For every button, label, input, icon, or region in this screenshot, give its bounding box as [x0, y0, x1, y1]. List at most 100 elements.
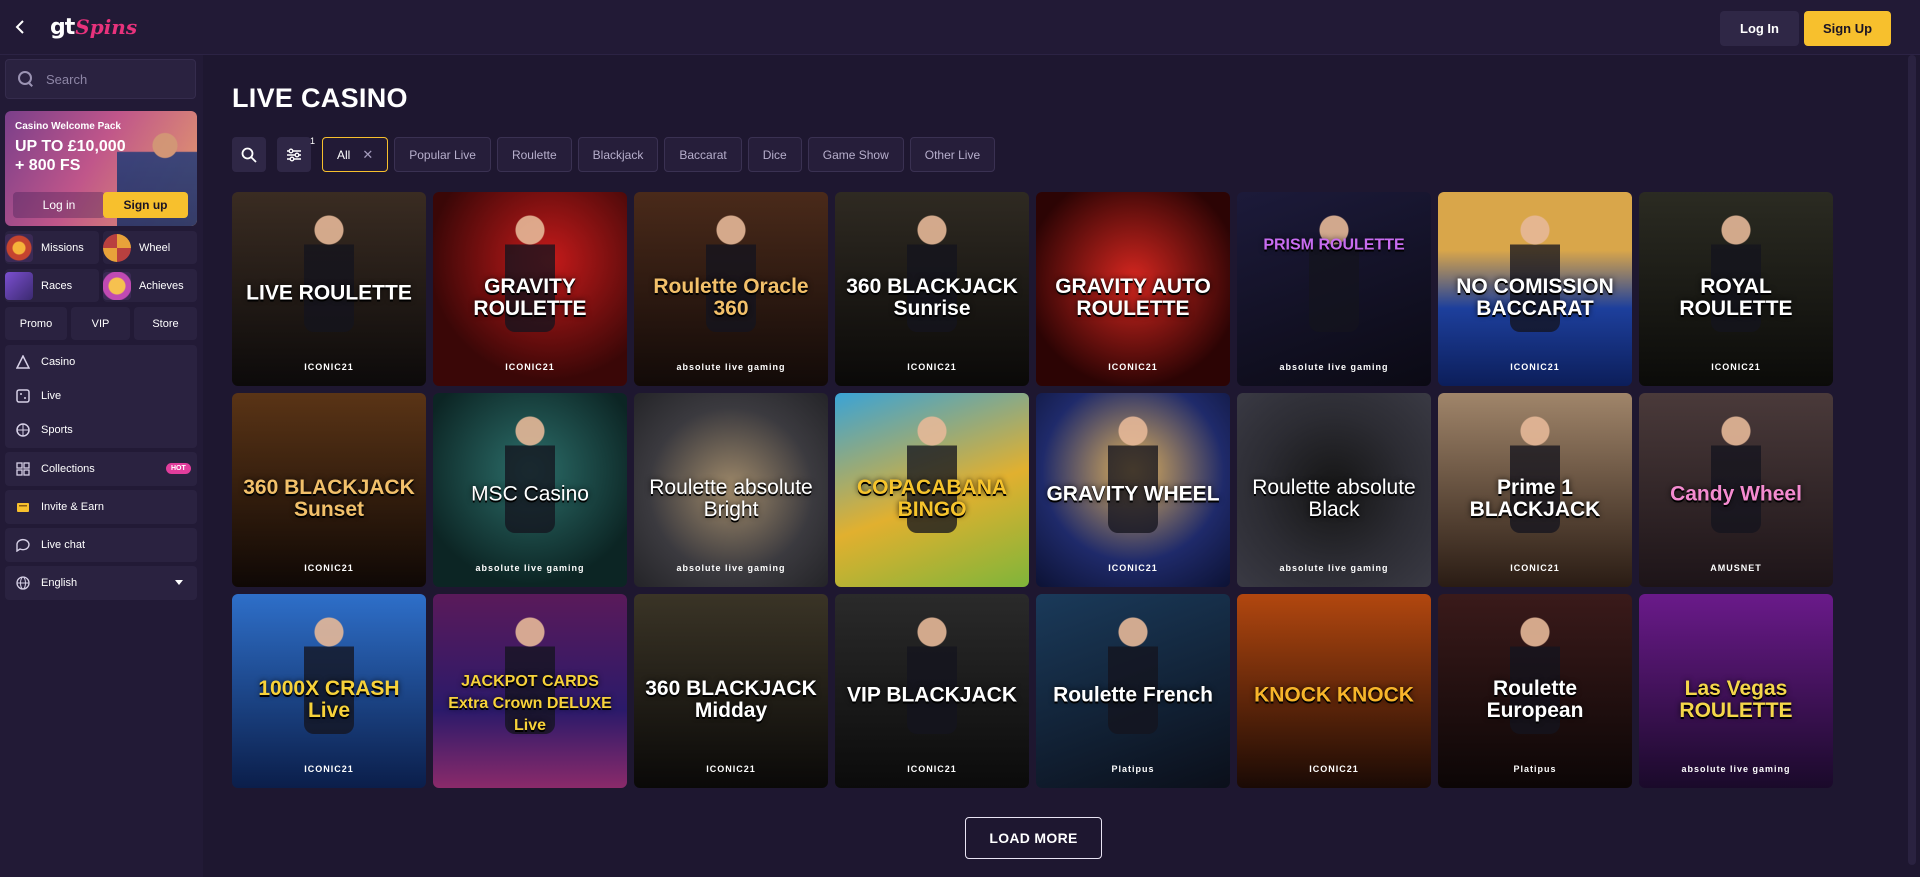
promo-title: Casino Welcome Pack: [15, 121, 121, 132]
close-icon[interactable]: ✕: [362, 147, 373, 163]
game-title: COPACABANA BINGO: [856, 475, 1008, 521]
nav-live-label: Live: [41, 390, 62, 402]
nav-live-chat-label: Live chat: [41, 539, 86, 551]
game-card[interactable]: Prime 1 BLACKJACK ICONIC21: [1438, 393, 1632, 587]
game-card[interactable]: GRAVITY AUTO ROULETTE ICONIC21: [1036, 192, 1230, 386]
top-header: gt Spins Log In Sign Up: [0, 0, 1920, 55]
achieves-button[interactable]: Achieves: [103, 269, 197, 302]
logo-accent-text: Spins: [75, 15, 138, 39]
load-more-button[interactable]: LOAD MORE: [965, 817, 1102, 859]
chip-roulette[interactable]: Roulette: [496, 137, 572, 172]
wheel-label: Wheel: [139, 241, 171, 254]
nav-collections[interactable]: Collections HOT: [5, 452, 197, 486]
signup-button[interactable]: Sign Up: [1804, 11, 1891, 46]
game-card[interactable]: NO COMISSION BACCARAT ICONIC21: [1438, 192, 1632, 386]
page-title: LIVE CASINO: [232, 83, 408, 113]
coins-icon: [15, 499, 31, 515]
search-games-button[interactable]: [232, 137, 266, 172]
chip-blackjack[interactable]: Blackjack: [577, 137, 659, 172]
chip-game-show[interactable]: Game Show: [807, 137, 904, 172]
game-title: Roulette Oracle 360: [653, 274, 809, 320]
nav-live[interactable]: Live: [5, 379, 197, 413]
back-arrow-icon[interactable]: [8, 14, 32, 40]
dealer-image: [907, 614, 957, 734]
game-card[interactable]: 360 BLACKJACK Sunset ICONIC21: [232, 393, 426, 587]
game-card[interactable]: GRAVITY WHEEL ICONIC21: [1036, 393, 1230, 587]
races-label: Races: [41, 279, 73, 292]
game-title: GRAVITY WHEEL: [1046, 482, 1220, 506]
game-title: 360 BLACKJACK Midday: [645, 676, 817, 722]
store-button[interactable]: Store: [134, 307, 197, 340]
game-provider: Platipus: [1111, 764, 1155, 774]
game-card[interactable]: LIVE ROULETTE ICONIC21: [232, 192, 426, 386]
game-card[interactable]: Roulette Oracle 360 absolute live gaming: [634, 192, 828, 386]
nav-invite-earn[interactable]: Invite & Earn: [5, 490, 197, 524]
search-box[interactable]: [5, 59, 196, 99]
nav-sports[interactable]: Sports: [5, 413, 197, 447]
game-card[interactable]: Roulette European Platipus: [1438, 594, 1632, 788]
game-card[interactable]: Roulette absolute Black absolute live ga…: [1237, 393, 1431, 587]
chip-baccarat[interactable]: Baccarat: [664, 137, 742, 172]
chip-all[interactable]: All ✕: [322, 137, 389, 172]
nav-collections-label: Collections: [41, 463, 95, 475]
chip-other-live[interactable]: Other Live: [909, 137, 996, 172]
game-provider: ICONIC21: [907, 764, 957, 774]
game-provider: absolute live gaming: [1681, 764, 1791, 774]
wheel-button[interactable]: Wheel: [103, 231, 197, 264]
game-card[interactable]: 1000X CRASH Live ICONIC21: [232, 594, 426, 788]
live-icon: [15, 388, 31, 404]
game-card[interactable]: COPACABANA BINGO: [835, 393, 1029, 587]
game-card[interactable]: Las Vegas ROULETTE absolute live gaming: [1639, 594, 1833, 788]
game-card[interactable]: VIP BLACKJACK ICONIC21: [835, 594, 1029, 788]
search-icon: [18, 71, 34, 87]
logo-main-text: gt: [50, 14, 75, 40]
search-icon: [241, 147, 257, 163]
nav-casino[interactable]: Casino: [5, 345, 197, 379]
nav-language[interactable]: English: [5, 566, 197, 600]
collections-nav[interactable]: Collections HOT: [5, 452, 197, 486]
game-card[interactable]: JACKPOT CARDS Extra Crown DELUXE Live: [433, 594, 627, 788]
nav-live-chat[interactable]: Live chat: [5, 528, 197, 562]
game-card[interactable]: Candy Wheel AMUSNET: [1639, 393, 1833, 587]
page-scrollbar[interactable]: [1908, 55, 1916, 865]
game-title: Roulette French: [1053, 683, 1213, 707]
game-card[interactable]: Roulette French Platipus: [1036, 594, 1230, 788]
language-selector[interactable]: English: [5, 566, 197, 600]
game-card[interactable]: ROYAL ROULETTE ICONIC21: [1639, 192, 1833, 386]
chip-dice[interactable]: Dice: [747, 137, 802, 172]
races-button[interactable]: Races: [5, 269, 99, 302]
game-card[interactable]: 360 BLACKJACK Sunrise ICONIC21: [835, 192, 1029, 386]
promo-login-button[interactable]: Log in: [13, 192, 105, 218]
game-card[interactable]: Roulette absolute Bright absolute live g…: [634, 393, 828, 587]
chip-popular-live[interactable]: Popular Live: [394, 137, 491, 172]
game-card[interactable]: MSC Casino absolute live gaming: [433, 393, 627, 587]
game-title: PRISM ROULETTE: [1263, 235, 1405, 253]
game-provider: ICONIC21: [1309, 764, 1359, 774]
dealer-image: [505, 413, 555, 533]
game-card[interactable]: GRAVITY ROULETTE ICONIC21: [433, 192, 627, 386]
sliders-icon: [287, 148, 301, 161]
promo-signup-button[interactable]: Sign up: [103, 192, 188, 218]
dealer-image: [1108, 413, 1158, 533]
chevron-down-icon: [175, 580, 183, 585]
site-logo[interactable]: gt Spins: [50, 12, 137, 42]
vip-button[interactable]: VIP: [71, 307, 130, 340]
game-card[interactable]: 360 BLACKJACK Midday ICONIC21: [634, 594, 828, 788]
live-chat-nav[interactable]: Live chat: [5, 528, 197, 562]
search-input[interactable]: [46, 71, 186, 87]
nav-casino-label: Casino: [41, 356, 76, 368]
welcome-promo-banner[interactable]: Casino Welcome Pack UP TO £10,000 + 800 …: [5, 111, 197, 226]
promo-button[interactable]: Promo: [5, 307, 67, 340]
game-provider: AMUSNET: [1710, 563, 1762, 573]
game-title: JACKPOT CARDS Extra Crown DELUXE Live: [448, 673, 612, 735]
game-provider: ICONIC21: [1510, 563, 1560, 573]
filter-settings-button[interactable]: 1: [277, 136, 315, 172]
game-provider: absolute live gaming: [475, 563, 585, 573]
dealer-image: [1309, 212, 1359, 332]
missions-button[interactable]: Missions: [5, 231, 99, 264]
invite-nav[interactable]: Invite & Earn: [5, 490, 197, 524]
game-card[interactable]: KNOCK KNOCK ICONIC21: [1237, 594, 1431, 788]
login-button[interactable]: Log In: [1720, 11, 1799, 46]
game-card[interactable]: PRISM ROULETTE absolute live gaming: [1237, 192, 1431, 386]
game-provider: ICONIC21: [1108, 563, 1158, 573]
